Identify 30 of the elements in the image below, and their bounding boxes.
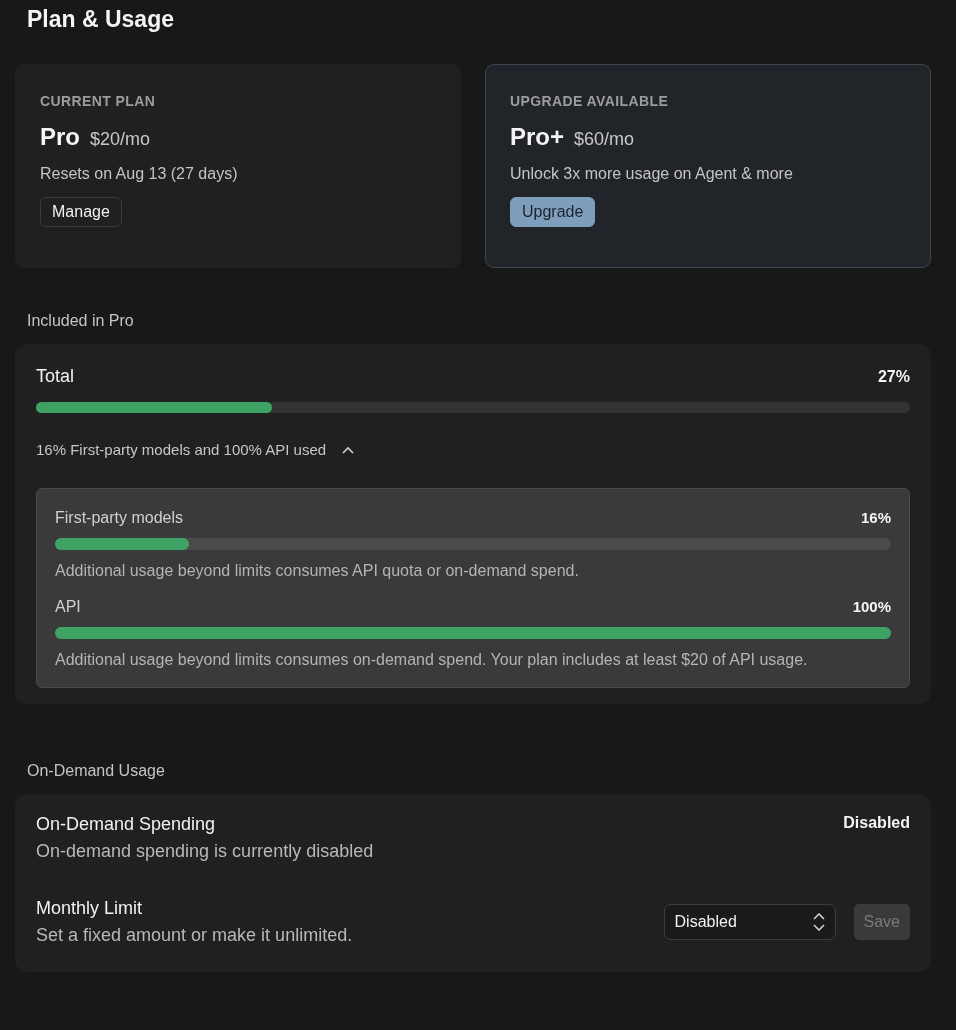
meter-note: Additional usage beyond limits consumes API quota or on-demand spend.: [55, 562, 580, 580]
setting-description: On-demand spending is currently disabled: [36, 841, 374, 862]
plan-note: Resets on Aug 13 (27 days): [40, 165, 239, 183]
card-label: CURRENT PLAN: [40, 93, 157, 109]
section-heading: On-Demand Usage: [27, 762, 166, 780]
limit-select[interactable]: Disabled: [663, 904, 836, 940]
meter-percent: 16%: [860, 509, 891, 526]
setting-title: Monthly Limit: [36, 898, 144, 919]
page-title: Plan & Usage: [27, 5, 175, 34]
setting-title: On-Demand Spending: [36, 814, 217, 835]
meter-label: API: [55, 598, 81, 616]
plan-name: Pro+: [510, 123, 565, 151]
meter-label: First-party models: [55, 509, 184, 527]
card-label: UPGRADE AVAILABLE: [510, 93, 670, 109]
plan-name: Pro: [40, 123, 80, 151]
meter-note: Additional usage beyond limits consumes on-demand spend. Your plan includes at least $20 of API usage.: [55, 651, 809, 669]
section-heading: Included in Pro: [27, 312, 135, 330]
plan-note: Unlock 3x more usage on Agent & more: [510, 165, 794, 183]
up-down-chevron-icon: [812, 913, 825, 931]
plan-price: $20/mo: [90, 129, 151, 150]
meter-percent: 27%: [877, 368, 910, 386]
meter-label: Total: [36, 366, 75, 387]
usage-summary: 16% First-party models and 100% API used: [36, 441, 327, 458]
chevron-up-icon[interactable]: [342, 445, 355, 454]
plan-price: $60/mo: [574, 129, 635, 150]
manage-button[interactable]: Manage: [40, 197, 122, 227]
status-text: Disabled: [843, 814, 910, 832]
setting-description: Set a fixed amount or make it unlimited.: [36, 925, 353, 946]
meter-percent: 100%: [852, 598, 891, 615]
upgrade-button[interactable]: Upgrade: [510, 197, 596, 227]
